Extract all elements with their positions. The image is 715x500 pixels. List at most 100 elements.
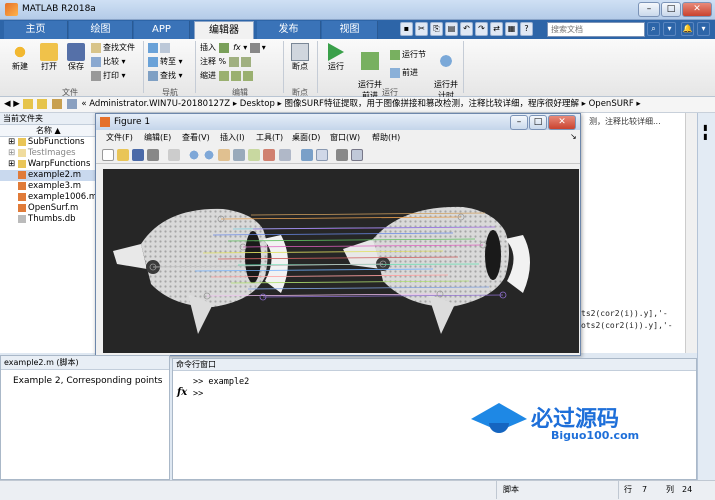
decrease-indent-icon[interactable]	[242, 70, 253, 81]
layout-icon[interactable]: ▦	[505, 22, 518, 36]
command-window[interactable]: 命令行窗口 >> example2 fx >> 必过源码 Biguo100.co…	[172, 358, 697, 480]
tab-plots[interactable]: 绘图	[69, 21, 133, 39]
tab-apps[interactable]: APP	[134, 21, 190, 39]
find-files-button[interactable]: 查找文件	[91, 41, 141, 55]
save-quick-icon[interactable]: ▪	[400, 22, 413, 36]
menu-file[interactable]: 文件(F)	[106, 132, 133, 143]
list-item[interactable]: example2.m	[0, 170, 97, 181]
menu-desktop[interactable]: 桌面(D)	[292, 132, 320, 143]
menu-edit[interactable]: 编辑(E)	[144, 132, 171, 143]
zoom-in-icon[interactable]	[188, 149, 200, 161]
figure-close-button[interactable]: ✕	[548, 115, 576, 130]
show-plot-tools-icon[interactable]	[351, 149, 363, 161]
bell-icon[interactable]: 🔔	[681, 22, 694, 36]
save-button[interactable]: 保存	[63, 43, 89, 72]
legend-icon[interactable]	[316, 149, 328, 161]
print-button[interactable]: 打印 ▾	[91, 69, 141, 83]
figure-minimize-button[interactable]: –	[510, 115, 528, 130]
expand-icon[interactable]: ⊞	[8, 159, 15, 169]
link-plot-icon[interactable]	[279, 149, 291, 161]
list-item[interactable]: example3.m	[0, 181, 97, 192]
undo-icon[interactable]: ↶	[460, 22, 473, 36]
open-button[interactable]: 打开	[36, 43, 62, 72]
goto-button[interactable]: 转至 ▾	[148, 55, 193, 69]
editor-scrollbar[interactable]	[685, 113, 697, 353]
figure-window[interactable]: Figure 1 – □ ✕ 文件(F) 编辑(E) 查看(V) 插入(I) 工…	[95, 113, 581, 356]
data-cursor-icon[interactable]	[248, 149, 260, 161]
back-forward-buttons[interactable]	[148, 41, 193, 55]
workspace-side-tab[interactable]: ▮▮	[697, 113, 715, 500]
account-icon[interactable]: ▾	[697, 22, 710, 36]
figure-title-bar[interactable]: Figure 1 – □ ✕	[96, 114, 580, 130]
expand-icon[interactable]: ⊞	[8, 148, 15, 158]
plot-axes[interactable]	[103, 169, 579, 353]
rotate-3d-icon[interactable]	[233, 149, 245, 161]
expand-icon[interactable]: ⊞	[8, 137, 15, 147]
redo-icon[interactable]: ↷	[475, 22, 488, 36]
switch-windows-icon[interactable]: ⇄	[490, 22, 503, 36]
increase-indent-icon[interactable]	[230, 70, 241, 81]
editor-tab[interactable]: 测，注释比较详细...	[589, 116, 661, 127]
folder-up-icon[interactable]	[22, 98, 33, 109]
help-icon[interactable]: ?	[520, 22, 533, 36]
advance-button[interactable]: 前进	[390, 66, 430, 80]
compare-button[interactable]: 比较 ▾	[91, 55, 141, 69]
search-icon[interactable]: ⌕	[647, 22, 660, 36]
fx-button[interactable]: fx	[233, 43, 241, 52]
copy-icon[interactable]: ⎘	[430, 22, 443, 36]
hide-plot-tools-icon[interactable]	[336, 149, 348, 161]
paste-icon[interactable]: ▤	[445, 22, 458, 36]
print-figure-icon[interactable]	[147, 149, 159, 161]
list-item[interactable]: example1006.m	[0, 192, 97, 203]
insert-section-icon[interactable]	[249, 42, 260, 53]
breakpoints-button[interactable]: 断点	[287, 43, 313, 72]
menu-view[interactable]: 查看(V)	[182, 132, 210, 143]
cut-icon[interactable]: ✂	[415, 22, 428, 36]
fx-icon[interactable]: fx	[177, 387, 187, 398]
search-input[interactable]	[547, 22, 645, 37]
minimize-button[interactable]: –	[638, 2, 660, 17]
search-folder-icon[interactable]	[66, 98, 77, 109]
menu-tools[interactable]: 工具(T)	[256, 132, 283, 143]
list-item[interactable]: ⊞ WarpFunctions	[0, 159, 97, 170]
smart-indent-icon[interactable]	[218, 70, 229, 81]
new-figure-icon[interactable]	[102, 149, 114, 161]
tab-view[interactable]: 视图	[322, 21, 378, 39]
maximize-button[interactable]: □	[661, 2, 681, 17]
forward-arrow-icon[interactable]: ▶	[13, 99, 20, 109]
menu-window[interactable]: 窗口(W)	[330, 132, 360, 143]
run-section-button[interactable]: 运行节	[390, 48, 430, 62]
tab-editor[interactable]: 编辑器	[194, 21, 254, 39]
find-button[interactable]: 查找 ▾	[148, 69, 193, 83]
back-arrow-icon[interactable]: ◀	[4, 99, 11, 109]
insert-button[interactable]: 插入	[200, 43, 216, 52]
indent-button[interactable]: 缩进	[200, 71, 216, 80]
zoom-out-icon[interactable]	[203, 149, 215, 161]
menu-help[interactable]: 帮助(H)	[372, 132, 400, 143]
path-breadcrumb[interactable]: « Administrator.WIN7U-20180127Z ▸ Deskto…	[81, 99, 640, 109]
pan-hand-icon[interactable]	[218, 149, 230, 161]
comment-icon[interactable]	[228, 56, 239, 67]
percent-button[interactable]: %	[219, 57, 227, 66]
tab-publish[interactable]: 发布	[257, 21, 321, 39]
history-icon[interactable]	[51, 98, 62, 109]
browse-folder-icon[interactable]	[37, 98, 48, 109]
edit-plot-icon[interactable]	[168, 149, 180, 161]
save-figure-icon[interactable]	[132, 149, 144, 161]
run-button[interactable]: 运行	[323, 43, 349, 72]
name-column-header[interactable]: 名称 ▲	[0, 125, 97, 137]
command-prompt[interactable]: >>	[193, 389, 203, 399]
menu-insert[interactable]: 插入(I)	[220, 132, 245, 143]
brush-icon[interactable]	[263, 149, 275, 161]
workspace-icon[interactable]: ▮▮	[701, 123, 710, 141]
list-item[interactable]: OpenSurf.m	[0, 203, 97, 214]
colorbar-icon[interactable]	[301, 149, 313, 161]
open-file-icon[interactable]	[117, 149, 129, 161]
close-button[interactable]: ✕	[682, 2, 712, 17]
editor-area[interactable]: 测，注释比较详细... ts2(cor2(i)).y],'- ots2(cor2…	[581, 113, 697, 353]
list-item[interactable]: ⊞ TestImages	[0, 148, 97, 159]
new-button[interactable]: 新建	[6, 43, 34, 72]
filter-icon[interactable]: ▾	[663, 22, 676, 36]
tab-home[interactable]: 主页	[4, 21, 68, 39]
uncomment-icon[interactable]	[240, 56, 251, 67]
